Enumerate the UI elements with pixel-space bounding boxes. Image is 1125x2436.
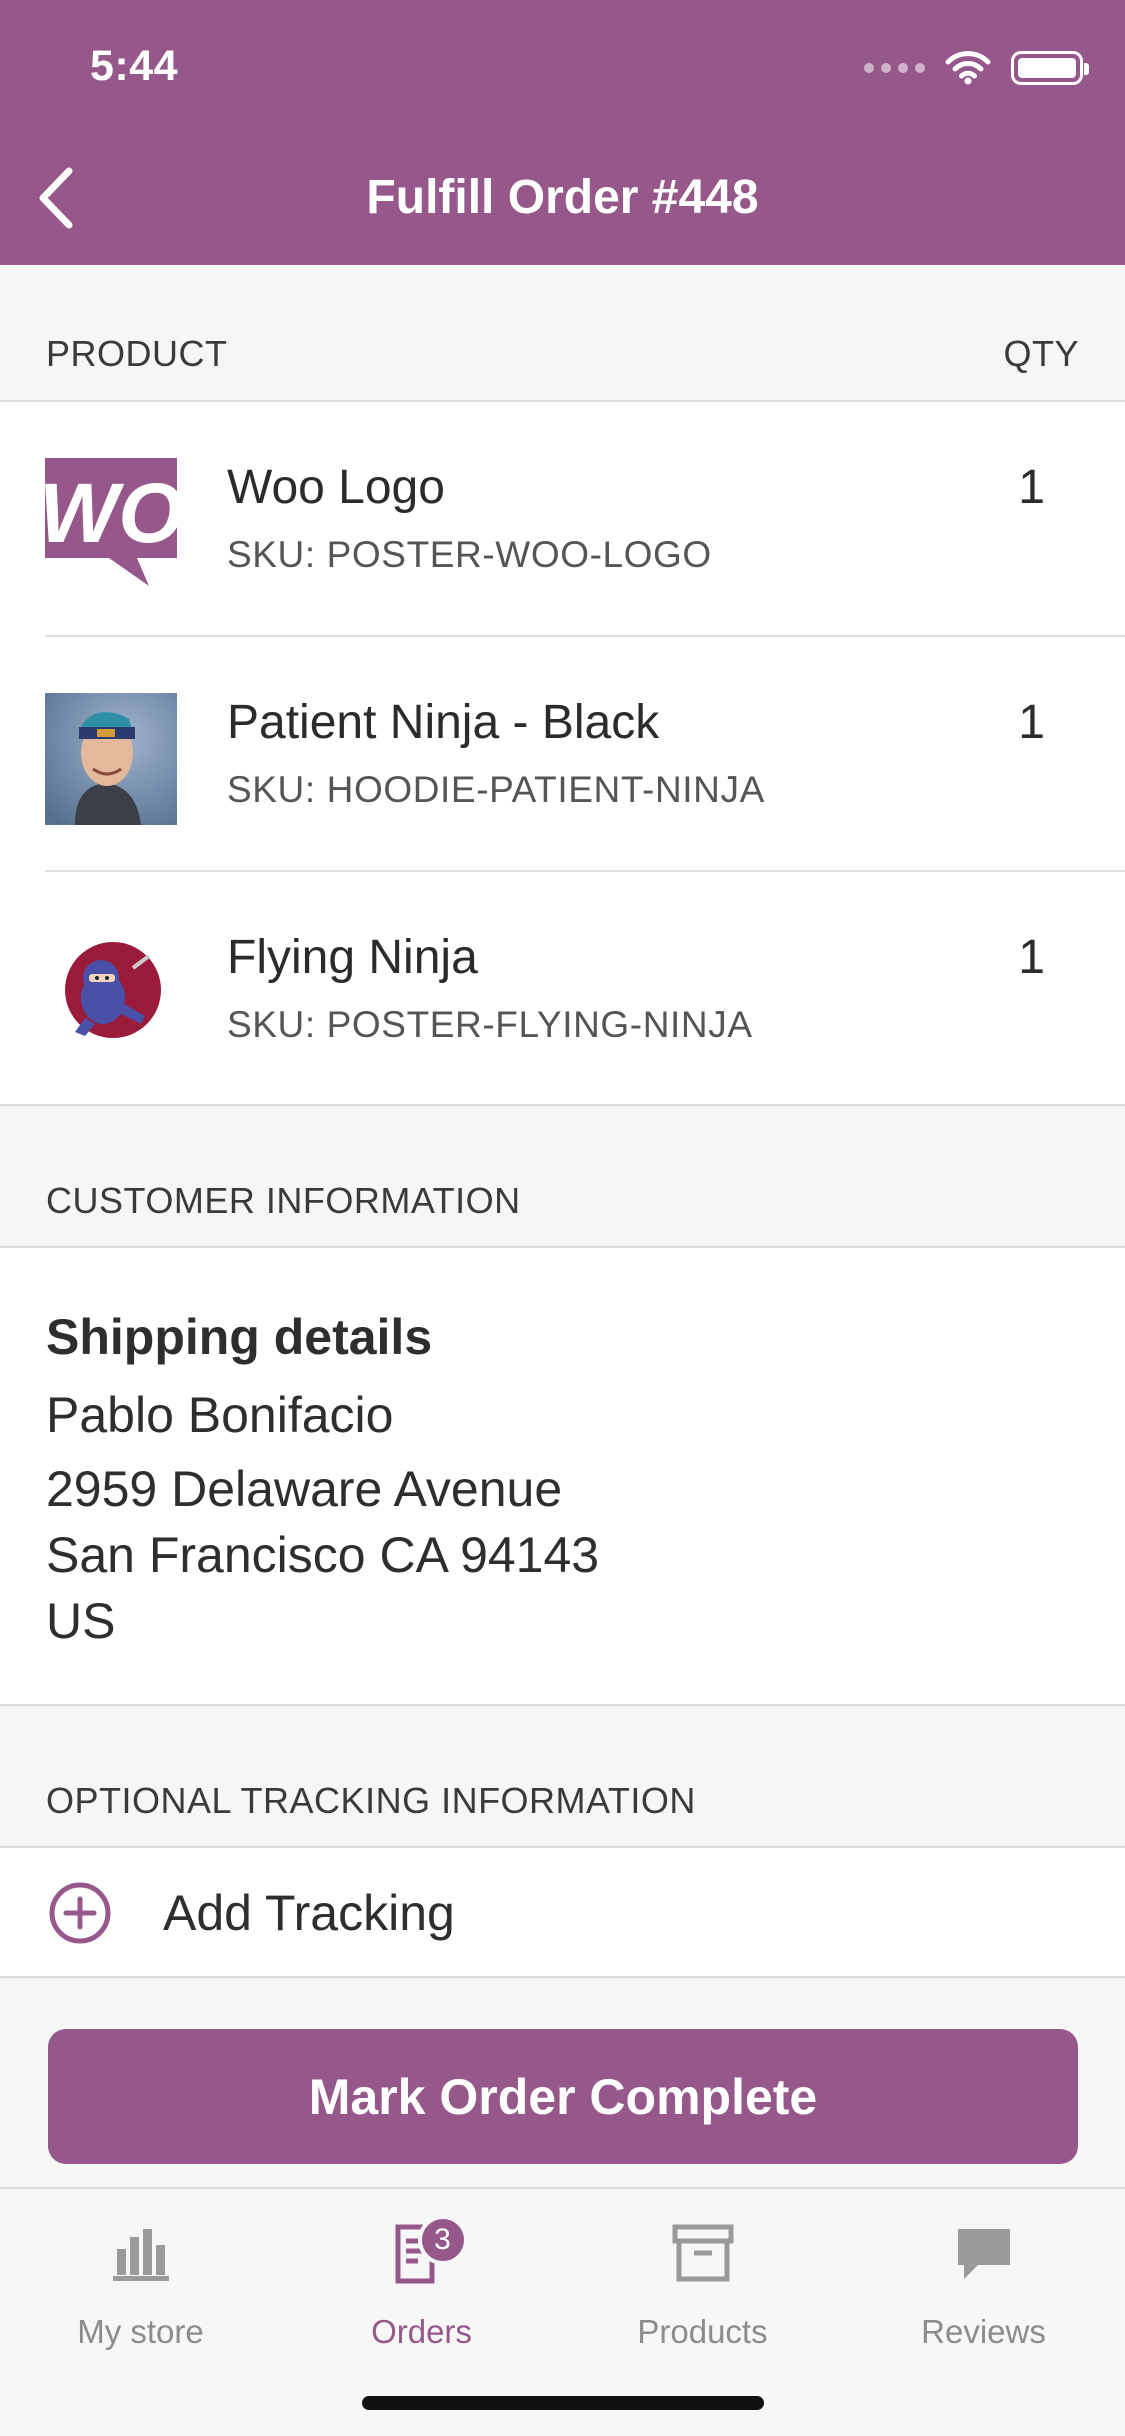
product-name: Flying Ninja [227,931,478,984]
status-indicators [864,48,1089,88]
product-list: WOO Woo Logo SKU: POSTER-WOO-LOGO 1 [0,402,1125,1106]
tab-label: Orders [371,2313,472,2350]
address-line-1: 2959 Delaware Avenue [46,1461,563,1517]
speech-bubble-icon [957,2229,1010,2279]
qty-column-label: QTY [1003,333,1079,374]
svg-text:WOO: WOO [45,466,177,560]
navigation-header: 5:44 Fulfill Order #448 [0,0,1125,265]
orders-badge: 3 [417,2215,468,2265]
address-line-2: San Francisco CA 94143 [46,1527,600,1583]
patient-ninja-thumbnail [45,693,177,825]
shipping-details-title: Shipping details [46,1309,433,1365]
bar-chart-icon [112,2229,169,2281]
product-column-label: PRODUCT [46,333,228,374]
shipping-details-card: Shipping details Pablo Bonifacio 2959 De… [0,1248,1125,1704]
product-qty: 1 [1018,931,1045,984]
tab-orders[interactable]: 3 Orders [281,2213,562,2353]
status-time: 5:44 [90,42,179,90]
tab-label: Reviews [921,2313,1046,2350]
customer-name: Pablo Bonifacio [46,1387,394,1443]
tab-reviews[interactable]: Reviews [843,2213,1124,2353]
product-sku: SKU: POSTER-FLYING-NINJA [227,1004,753,1045]
product-row-flying-ninja[interactable]: Flying Ninja SKU: POSTER-FLYING-NINJA 1 [0,872,1125,1107]
tab-label: My store [77,2313,204,2350]
tracking-section-label: OPTIONAL TRACKING INFORMATION [46,1780,696,1821]
tracking-card: Add Tracking [0,1848,1125,1978]
woo-logo-thumbnail: WOO [45,458,177,590]
archive-box-icon [672,2224,733,2282]
product-name: Woo Logo [227,461,445,514]
mark-order-complete-button[interactable]: Mark Order Complete [48,2029,1078,2164]
flying-ninja-thumbnail [45,928,177,1060]
page-title: Fulfill Order #448 [366,171,759,224]
add-tracking-button[interactable]: Add Tracking [0,1848,1125,1978]
wifi-icon [945,51,991,85]
plus-circle-icon [49,1882,111,1944]
cellular-signal-icon [864,63,925,73]
product-sku: SKU: HOODIE-PATIENT-NINJA [227,769,765,810]
product-name: Patient Ninja - Black [227,696,660,749]
tab-label: Products [637,2313,768,2350]
battery-icon [1011,51,1089,85]
product-row-woo-logo[interactable]: WOO Woo Logo SKU: POSTER-WOO-LOGO 1 [0,402,1125,637]
home-indicator [362,2396,764,2410]
orders-icon-wrapper: 3 [392,2215,468,2284]
tab-my-store[interactable]: My store [0,2213,281,2353]
tab-products[interactable]: Products [562,2213,843,2353]
product-qty: 1 [1018,461,1045,514]
product-sku: SKU: POSTER-WOO-LOGO [227,534,712,575]
address-country: US [46,1593,116,1649]
product-qty: 1 [1018,696,1045,749]
add-tracking-label: Add Tracking [163,1885,455,1941]
product-row-patient-ninja[interactable]: Patient Ninja - Black SKU: HOODIE-PATIEN… [0,637,1125,872]
customer-section-label: CUSTOMER INFORMATION [46,1180,521,1221]
